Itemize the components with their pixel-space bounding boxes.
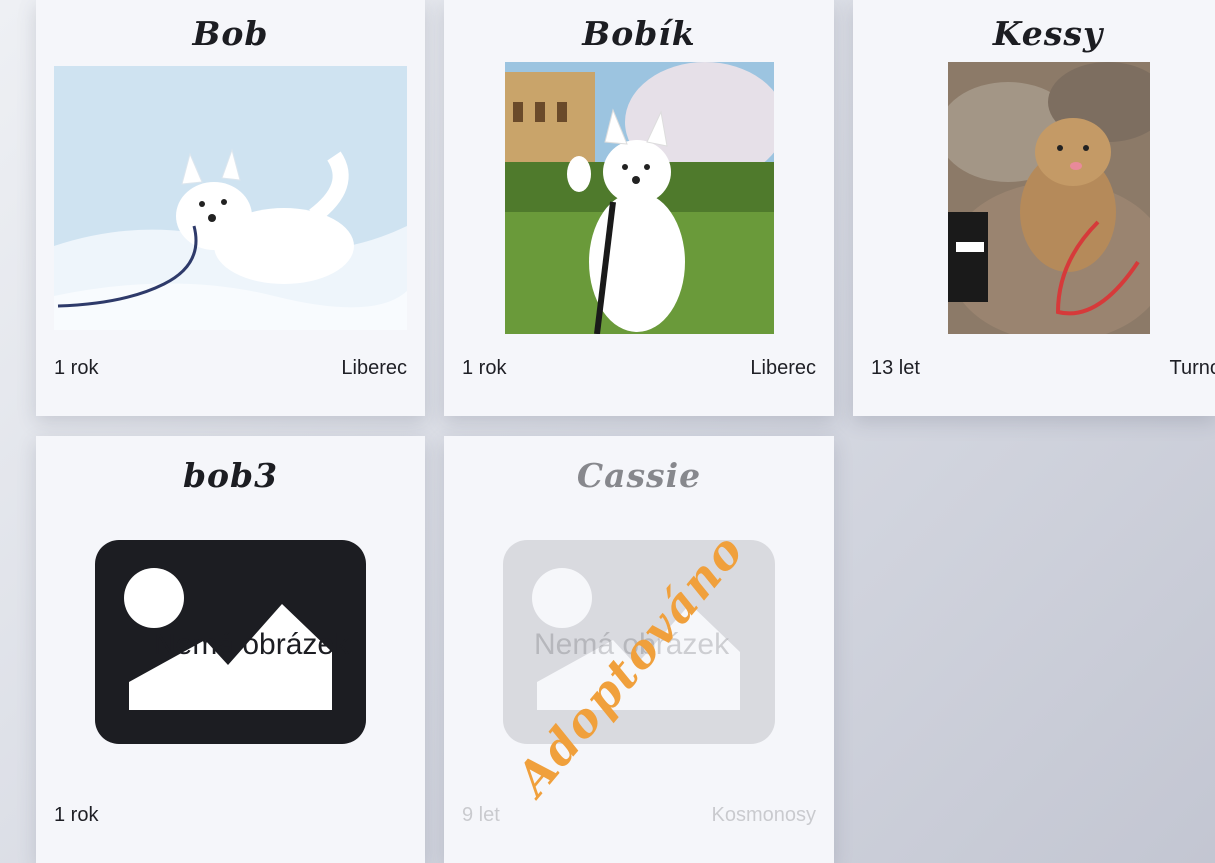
- pet-city: Kosmonosy: [711, 804, 817, 826]
- pet-age: 13 let: [871, 357, 920, 379]
- pet-photo: [948, 62, 1150, 334]
- pet-card-kessy[interactable]: Kessy 13 let Turno: [853, 0, 1215, 416]
- pet-card-bob[interactable]: Bob 1 rok Liberec: [36, 0, 425, 416]
- pet-age: 1 rok: [462, 357, 507, 379]
- pet-name: bob3: [182, 456, 279, 495]
- pet-card-bobik[interactable]: Bobík 1 rok Liberec: [444, 0, 834, 416]
- pet-city: Liberec: [750, 357, 816, 379]
- pet-photo: [505, 62, 774, 334]
- pet-name: Bobík: [582, 14, 696, 53]
- pet-age: 1 rok: [54, 804, 99, 826]
- no-image-text: Nemá obrázek: [154, 628, 350, 661]
- pet-age: 1 rok: [54, 357, 99, 379]
- pet-city: Turno: [1169, 357, 1215, 379]
- pet-name: Bob: [192, 14, 269, 53]
- pet-name: Cassie: [576, 456, 702, 495]
- pet-card-bob3[interactable]: bob3 Nemá obrázek 1 rok: [36, 436, 425, 863]
- pet-name: Kessy: [992, 14, 1104, 53]
- pet-age: 9 let: [462, 804, 500, 826]
- pet-city: Liberec: [341, 357, 407, 379]
- pet-photo: [54, 66, 407, 330]
